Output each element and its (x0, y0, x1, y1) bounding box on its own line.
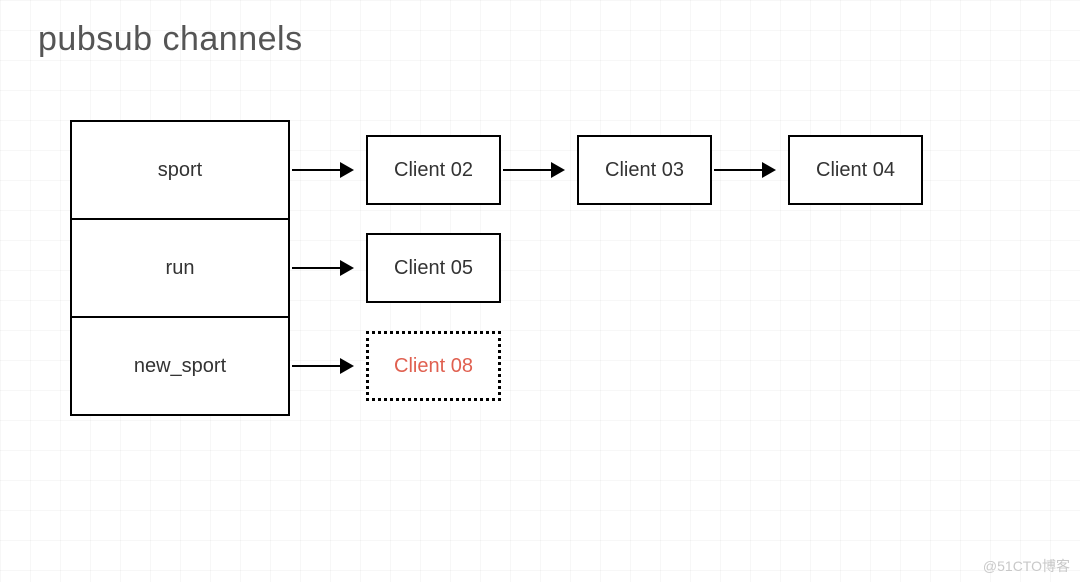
arrow-icon (292, 267, 352, 269)
diagram-canvas: sport run new_sport Client 02 Client 03 … (0, 0, 1080, 582)
client-label: Client 05 (394, 257, 473, 280)
client-04: Client 04 (788, 135, 923, 205)
arrow-icon (714, 169, 774, 171)
client-05: Client 05 (366, 233, 501, 303)
client-label: Client 02 (394, 159, 473, 182)
channel-new-sport: new_sport (70, 316, 290, 416)
channel-label: new_sport (134, 355, 226, 378)
channel-label: sport (158, 159, 202, 182)
arrow-icon (292, 169, 352, 171)
channel-label: run (166, 257, 195, 280)
channel-run: run (70, 218, 290, 318)
channel-sport: sport (70, 120, 290, 220)
client-03: Client 03 (577, 135, 712, 205)
client-label: Client 04 (816, 159, 895, 182)
client-label: Client 08 (394, 355, 473, 378)
client-02: Client 02 (366, 135, 501, 205)
watermark: @51CTO博客 (983, 556, 1070, 576)
client-08: Client 08 (366, 331, 501, 401)
arrow-icon (292, 365, 352, 367)
arrow-icon (503, 169, 563, 171)
client-label: Client 03 (605, 159, 684, 182)
